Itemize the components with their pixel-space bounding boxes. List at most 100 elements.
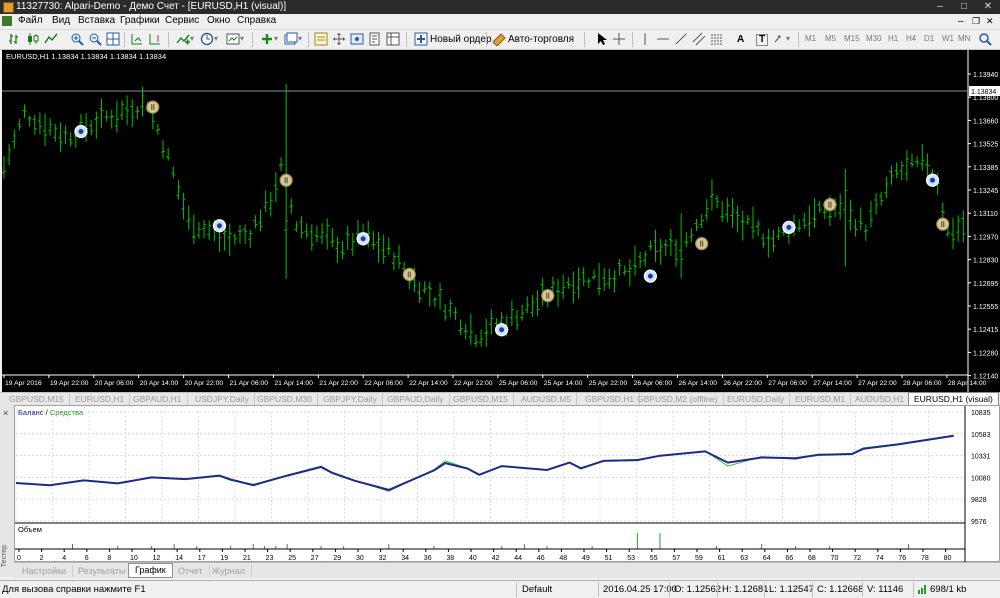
tester-y-label: 10331: [971, 454, 991, 461]
status-traffic: 698/1 kb: [930, 584, 967, 595]
close-panel-icon[interactable]: ×: [3, 408, 8, 418]
price-label: 1.13245: [973, 188, 998, 195]
crosshair-icon[interactable]: [612, 32, 626, 46]
trade-marker: [279, 173, 293, 187]
periods-icon[interactable]: [200, 32, 214, 46]
search-icon[interactable]: [978, 32, 992, 46]
equidistant-channel-icon[interactable]: [692, 32, 706, 46]
chart-tab[interactable]: AUDUSD,M5: [516, 393, 578, 405]
tester-x-label: 6: [85, 555, 89, 562]
timeframe-h1[interactable]: H1: [888, 34, 898, 43]
maximize-button[interactable]: □: [952, 1, 976, 12]
new-chart-icon[interactable]: [260, 32, 274, 46]
chevron-down-icon[interactable]: ▾: [190, 34, 194, 43]
timeframe-m1[interactable]: M1: [805, 34, 816, 43]
minimize-button[interactable]: –: [928, 1, 952, 12]
timeframe-h4[interactable]: H4: [906, 34, 916, 43]
chart-tab[interactable]: USDJPY,Daily: [190, 393, 255, 405]
tester-y-label: 10835: [971, 410, 991, 417]
chart-tab[interactable]: EURUSD,M1: [790, 393, 852, 405]
price-label: 1.12415: [973, 327, 998, 334]
vertical-line-icon[interactable]: [638, 32, 652, 46]
trade-marker: [541, 289, 555, 303]
menu-file[interactable]: Файл: [14, 15, 47, 26]
mdi-close-button[interactable]: ✕: [986, 16, 994, 27]
horizontal-line-icon[interactable]: [656, 32, 670, 46]
trade-marker-dot: [647, 273, 653, 279]
cursor-icon[interactable]: [594, 32, 608, 46]
tester-x-label: 70: [831, 555, 839, 562]
price-chart[interactable]: 1.13940 1.13800 1.13660 1.13525 1.13385 1.132…: [2, 50, 1000, 392]
close-button[interactable]: ✕: [976, 1, 1000, 12]
chart-tab[interactable]: EURUSD,H1 (visual): [908, 392, 999, 405]
chart-tab[interactable]: EURUSD,H1: [70, 393, 131, 405]
chart-tab[interactable]: GBPUSD,M2 (offline): [632, 393, 724, 405]
mdi-restore-button[interactable]: ❐: [972, 16, 980, 27]
timeframe-d1[interactable]: D1: [924, 34, 934, 43]
strategy-tester-icon[interactable]: [368, 32, 382, 46]
tab-journal[interactable]: Журнал: [206, 565, 252, 577]
trade-marker-dot: [499, 327, 505, 333]
tab-results[interactable]: Результаты: [72, 565, 133, 577]
indicators-icon[interactable]: [176, 32, 190, 46]
chevron-down-icon[interactable]: ▾: [274, 34, 278, 43]
tester-graph: 10835 10583 10331 10080 9828 9576 0 2 4 6 8 10 12 14 1…: [14, 405, 1000, 563]
new-order-button[interactable]: Новый ордер: [430, 34, 492, 45]
autotrading-button[interactable]: Авто-торговля: [508, 34, 574, 45]
chart-tab[interactable]: GBPJPY,Daily: [318, 393, 383, 405]
tile-windows-icon[interactable]: [106, 32, 120, 46]
text-label-tool[interactable]: T: [756, 34, 769, 46]
chevron-down-icon[interactable]: ▾: [214, 34, 218, 43]
chart-tab[interactable]: GBPAUD,H1: [128, 393, 188, 405]
timeframe-w1[interactable]: W1: [942, 34, 954, 43]
navigator-icon[interactable]: [332, 32, 346, 46]
chevron-down-icon[interactable]: ▾: [786, 34, 790, 43]
bar-chart-icon[interactable]: [8, 32, 22, 46]
text-tool[interactable]: A: [737, 34, 744, 45]
tester-x-label: 0: [17, 555, 21, 562]
line-chart-icon[interactable]: [44, 32, 58, 46]
arrows-icon[interactable]: [772, 32, 786, 46]
timeframe-m5[interactable]: M5: [825, 34, 836, 43]
status-help: Для вызова справки нажмите F1: [2, 584, 146, 595]
menu-charts[interactable]: Графики: [116, 15, 164, 26]
menu-bar: Файл Вид Вставка Графики Сервис Окно Спр…: [0, 14, 1000, 30]
zoom-in-icon[interactable]: [70, 32, 84, 46]
menu-view[interactable]: Вид: [48, 15, 74, 26]
menu-insert[interactable]: Вставка: [74, 15, 119, 26]
chart-shift-icon[interactable]: [148, 32, 162, 46]
chart-tab[interactable]: GBPUSD,M15: [448, 393, 514, 405]
terminal-icon[interactable]: [350, 32, 364, 46]
tester-x-label: 8: [107, 555, 111, 562]
timeframe-m15[interactable]: M15: [844, 34, 860, 43]
timeframe-m30[interactable]: M30: [866, 34, 882, 43]
zoom-out-icon[interactable]: [88, 32, 102, 46]
menu-tools[interactable]: Сервис: [161, 15, 203, 26]
candle-chart-icon[interactable]: [26, 32, 40, 46]
tab-report[interactable]: Отчет: [172, 565, 210, 577]
fibonacci-icon[interactable]: [710, 32, 724, 46]
timeframe-mn[interactable]: MN: [958, 34, 970, 43]
chart-tab[interactable]: GBPUSD,M30: [252, 393, 318, 405]
market-watch-icon[interactable]: [314, 32, 328, 46]
chart-tab[interactable]: EURUSD,Daily: [722, 393, 791, 405]
chart-tab[interactable]: AUDUSD,H1: [850, 393, 911, 405]
menu-help[interactable]: Справка: [233, 15, 280, 26]
chevron-down-icon[interactable]: ▾: [240, 34, 244, 43]
mdi-minimize-button[interactable]: –: [958, 16, 964, 27]
templates-icon[interactable]: [226, 32, 240, 46]
chart-tab[interactable]: GBPAUD,Daily: [382, 393, 450, 405]
trendline-icon[interactable]: [674, 32, 688, 46]
tab-graph[interactable]: График: [128, 563, 173, 578]
tester-x-label: 61: [718, 555, 726, 562]
tab-settings[interactable]: Настройки: [16, 565, 74, 577]
chevron-down-icon[interactable]: ▾: [298, 34, 302, 43]
chart-tab[interactable]: GBPUSD,M15: [4, 393, 70, 405]
time-label: 27 Apr 22:00: [858, 380, 897, 387]
profiles-icon[interactable]: [284, 32, 298, 46]
menu-window[interactable]: Окно: [203, 15, 234, 26]
auto-scroll-icon[interactable]: [130, 32, 144, 46]
data-window-icon[interactable]: [386, 32, 400, 46]
tester-x-label: 51: [605, 555, 613, 562]
tester-x-label: 25: [288, 555, 296, 562]
